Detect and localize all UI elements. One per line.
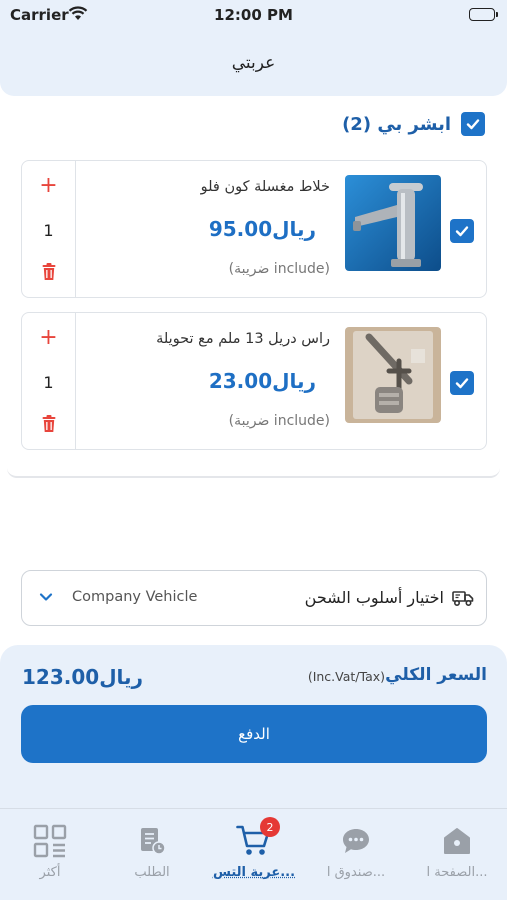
status-bar: Carrier 12:00 PM	[0, 0, 507, 36]
check-icon	[455, 378, 469, 389]
order-summary: ريال123.00 (Inc.Vat/Tax) السعر الكلي الد…	[0, 645, 507, 808]
item-name: راس دريل 13 ملم مع تحويلة	[156, 331, 330, 347]
tab-cart[interactable]: 2 عربة التس...	[204, 817, 304, 880]
shipping-selected-value: Company Vehicle	[72, 589, 198, 605]
store-name: ابشر بي (2)	[342, 113, 451, 135]
pay-button[interactable]: الدفع	[21, 705, 487, 763]
tab-label: الصفحة ا...	[426, 865, 488, 880]
item-tax-note: (ضريبة include)	[228, 261, 330, 277]
quantity-stepper: + 1	[22, 161, 76, 297]
tab-label: الطلب	[134, 865, 170, 880]
grid-icon	[0, 823, 100, 859]
increase-quantity-button[interactable]: +	[39, 327, 57, 349]
item-checkbox[interactable]	[450, 371, 474, 395]
increase-quantity-button[interactable]: +	[39, 175, 57, 197]
item-checkbox[interactable]	[450, 219, 474, 243]
tab-label: صندوق ا...	[326, 865, 386, 880]
battery-icon	[469, 8, 498, 21]
check-icon	[466, 119, 480, 130]
truck-icon	[452, 589, 474, 611]
chat-icon	[306, 823, 406, 859]
quantity-value: 1	[43, 220, 54, 240]
clock: 12:00 PM	[214, 6, 293, 24]
tab-orders[interactable]: الطلب	[102, 823, 202, 880]
cart-icon: 2	[204, 817, 304, 859]
nav-bar: عربتي	[0, 36, 507, 96]
tab-home[interactable]: الصفحة ا...	[407, 823, 507, 880]
tab-bar: أكثر الطلب 2 عربة التس... صندوق ا... الص…	[0, 808, 507, 900]
cart-items: + 1 خلاط مغسلة كون فلو ريال95.00 (ضريبة …	[7, 152, 500, 478]
item-name: خلاط مغسلة كون فلو	[200, 179, 330, 195]
trash-icon[interactable]	[42, 263, 56, 285]
store-checkbox[interactable]	[461, 112, 485, 136]
tab-more[interactable]: أكثر	[0, 823, 100, 880]
home-icon	[407, 823, 507, 859]
item-image-drill-chuck[interactable]	[345, 327, 441, 423]
quantity-value: 1	[43, 372, 54, 392]
tab-label: عربة التس...	[212, 865, 296, 880]
item-price: ريال95.00	[208, 217, 316, 241]
item-price: ريال23.00	[208, 369, 316, 393]
chevron-down-icon	[38, 589, 54, 609]
orders-icon	[102, 823, 202, 859]
tab-inbox[interactable]: صندوق ا...	[306, 823, 406, 880]
check-icon	[455, 226, 469, 237]
shipping-method-select[interactable]: Company Vehicle اختيار أسلوب الشحن	[21, 570, 487, 626]
tab-label: أكثر	[39, 865, 61, 880]
item-tax-note: (ضريبة include)	[228, 413, 330, 429]
item-image-faucet[interactable]	[345, 175, 441, 271]
total-price: ريال123.00	[22, 665, 144, 689]
quantity-stepper: + 1	[22, 313, 76, 449]
cart-count-badge: 2	[260, 817, 280, 837]
store-header: ابشر بي (2)	[342, 112, 485, 136]
total-label: السعر الكلي	[385, 665, 487, 685]
cart-item: + 1 خلاط مغسلة كون فلو ريال95.00 (ضريبة …	[21, 160, 487, 298]
trash-icon[interactable]	[42, 415, 56, 437]
page-title: عربتي	[231, 53, 276, 73]
vat-note: (Inc.Vat/Tax)	[307, 669, 385, 684]
shipping-label: اختيار أسلوب الشحن	[304, 588, 444, 607]
cart-item: + 1 راس دريل 13 ملم مع تحويلة ريال23.00 …	[21, 312, 487, 450]
